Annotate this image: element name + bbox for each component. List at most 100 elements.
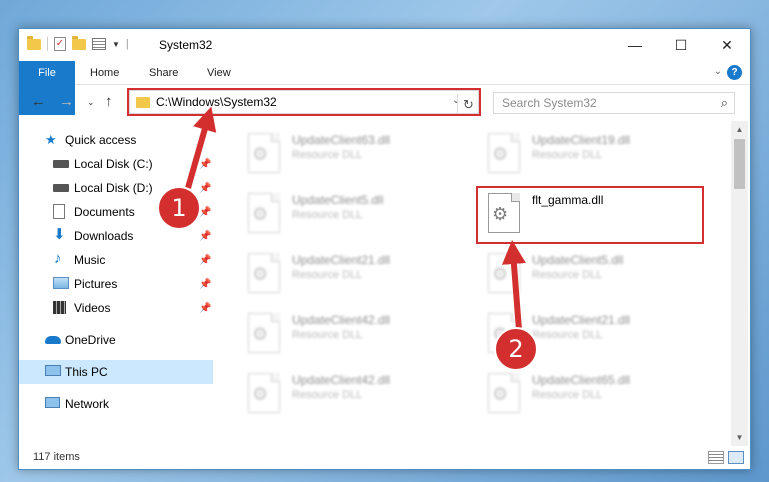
list-item[interactable]: ⚙ UpdateClient63.dll Resource DLL [240, 129, 460, 183]
file-type: Resource DLL [532, 149, 603, 161]
music-icon: ♪ [54, 250, 62, 267]
sidebar-item-quick-access[interactable]: ★ Quick access [19, 128, 213, 152]
window-controls: — ☐ ✕ [612, 29, 750, 61]
quick-access-toolbar: ✓ ▼ | [27, 35, 129, 51]
list-item[interactable]: ⚙ UpdateClient5.dll Resource DLL [480, 249, 700, 303]
sidebar-item-pictures[interactable]: Pictures 📌 [19, 272, 213, 296]
search-input[interactable]: Search System32 ⌕ [493, 92, 735, 114]
tab-view[interactable]: View [207, 61, 231, 85]
drive-icon [53, 160, 69, 168]
documents-icon [53, 204, 65, 219]
sidebar-item-network[interactable]: Network [19, 392, 213, 416]
explorer-window: ✓ ▼ | System32 — ☐ ✕ File Home Share Vie… [18, 28, 751, 470]
address-highlight-box [127, 88, 481, 116]
sidebar-item-label: Network [65, 397, 110, 411]
drive-icon [53, 184, 69, 192]
toolbar-divider-bar: | [125, 38, 129, 50]
file-name: UpdateClient63.dll [292, 133, 391, 147]
file-name: UpdateClient21.dll [532, 313, 631, 327]
file-highlight-box [476, 186, 704, 244]
pin-icon[interactable]: 📌 [199, 303, 211, 314]
pin-icon[interactable]: 📌 [199, 279, 211, 290]
details-view-icon[interactable] [708, 451, 724, 464]
search-placeholder: Search System32 [502, 96, 597, 110]
scroll-down-icon[interactable]: ▼ [731, 429, 748, 446]
sidebar-item-onedrive[interactable]: OneDrive [19, 328, 213, 352]
tab-home[interactable]: Home [90, 61, 119, 85]
new-folder-icon[interactable] [72, 35, 86, 50]
pin-icon[interactable]: 📌 [199, 159, 211, 170]
properties-check-icon[interactable]: ✓ [54, 37, 66, 51]
file-type: Resource DLL [292, 209, 363, 221]
download-icon: ⬇ [53, 226, 66, 243]
view-properties-icon[interactable] [92, 38, 106, 50]
sidebar-item-local-disk-c[interactable]: Local Disk (C:) 📌 [19, 152, 213, 176]
tab-share[interactable]: Share [149, 61, 178, 85]
search-icon: ⌕ [720, 95, 728, 110]
sidebar-item-label: OneDrive [65, 333, 116, 347]
list-item[interactable]: ⚙ UpdateClient65.dll Resource DLL [480, 369, 700, 423]
pictures-icon [53, 277, 69, 289]
sidebar-item-videos[interactable]: Videos 📌 [19, 296, 213, 320]
star-icon: ★ [45, 132, 57, 147]
recent-locations-chevron-icon[interactable]: ⌄ [87, 97, 95, 108]
close-button[interactable]: ✕ [704, 29, 750, 61]
sidebar-item-label: Local Disk (D:) [74, 181, 153, 195]
list-item[interactable]: ⚙ UpdateClient42.dll Resource DLL [240, 309, 460, 363]
back-arrow-icon[interactable]: ← [31, 93, 46, 110]
view-switcher [708, 451, 744, 464]
file-name: UpdateClient5.dll [532, 253, 624, 267]
list-item[interactable]: ⚙ UpdateClient5.dll Resource DLL [240, 189, 460, 243]
forward-arrow-icon[interactable]: → [59, 93, 74, 110]
minimize-button[interactable]: — [612, 29, 658, 61]
list-item[interactable]: ⚙ UpdateClient19.dll Resource DLL [480, 129, 700, 183]
gear-icon: ⚙ [252, 204, 269, 224]
file-type: Resource DLL [532, 329, 603, 341]
gear-icon: ⚙ [492, 264, 509, 284]
sidebar-item-label: Quick access [65, 133, 137, 147]
step-1-callout: 1 [157, 186, 201, 230]
file-type: Resource DLL [532, 269, 603, 281]
pin-icon[interactable]: 📌 [199, 231, 211, 242]
sidebar-item-label: Pictures [74, 277, 118, 291]
computer-icon [45, 365, 61, 376]
videos-icon [53, 301, 66, 314]
gear-icon: ⚙ [492, 144, 509, 164]
file-type: Resource DLL [292, 329, 363, 341]
list-item[interactable]: ⚙ UpdateClient21.dll Resource DLL [240, 249, 460, 303]
file-type: Resource DLL [292, 269, 363, 281]
file-name: UpdateClient42.dll [292, 313, 391, 327]
customize-toolbar-chevron-icon[interactable]: ▼ [112, 40, 120, 49]
scroll-up-icon[interactable]: ▲ [731, 121, 748, 138]
status-bar: 117 items [19, 447, 750, 469]
sidebar-item-this-pc[interactable]: This PC [19, 360, 213, 384]
gear-icon: ⚙ [252, 264, 269, 284]
cloud-icon [45, 336, 61, 344]
file-type: Resource DLL [292, 389, 363, 401]
window-title: System32 [159, 38, 213, 52]
file-name: UpdateClient65.dll [532, 373, 631, 387]
maximize-button[interactable]: ☐ [658, 29, 704, 61]
gear-icon: ⚙ [252, 144, 269, 164]
navigation-pane: ★ Quick access Local Disk (C:) 📌 Local D… [19, 121, 213, 446]
file-type: Resource DLL [292, 149, 363, 161]
toolbar-divider [47, 37, 48, 51]
up-arrow-icon[interactable]: ↑ [105, 93, 113, 110]
sidebar-item-music[interactable]: ♪ Music 📌 [19, 248, 213, 272]
navigation-bar: ← → ⌄ ↑ C:\Windows\System32 ⌄ ↻ Search S… [19, 85, 750, 121]
pin-icon[interactable]: 📌 [199, 255, 211, 266]
list-item[interactable]: ⚙ UpdateClient42.dll Resource DLL [240, 369, 460, 423]
file-list: ⚙ UpdateClient63.dll Resource DLL ⚙ Upda… [214, 121, 731, 446]
sidebar-item-label: Local Disk (C:) [74, 157, 153, 171]
large-icons-view-icon[interactable] [728, 451, 744, 464]
title-bar: ✓ ▼ | System32 — ☐ ✕ [19, 29, 750, 61]
gear-icon: ⚙ [252, 324, 269, 344]
pin-icon[interactable]: 📌 [199, 183, 211, 194]
scroll-thumb[interactable] [734, 139, 745, 189]
vertical-scrollbar[interactable]: ▲ ▼ [731, 121, 748, 446]
ribbon-tabs: File Home Share View ⌄ ? [19, 61, 750, 115]
file-name: UpdateClient19.dll [532, 133, 631, 147]
help-icon[interactable]: ? [727, 65, 742, 80]
item-count: 117 items [33, 451, 80, 463]
expand-ribbon-chevron-icon[interactable]: ⌄ [714, 66, 722, 77]
